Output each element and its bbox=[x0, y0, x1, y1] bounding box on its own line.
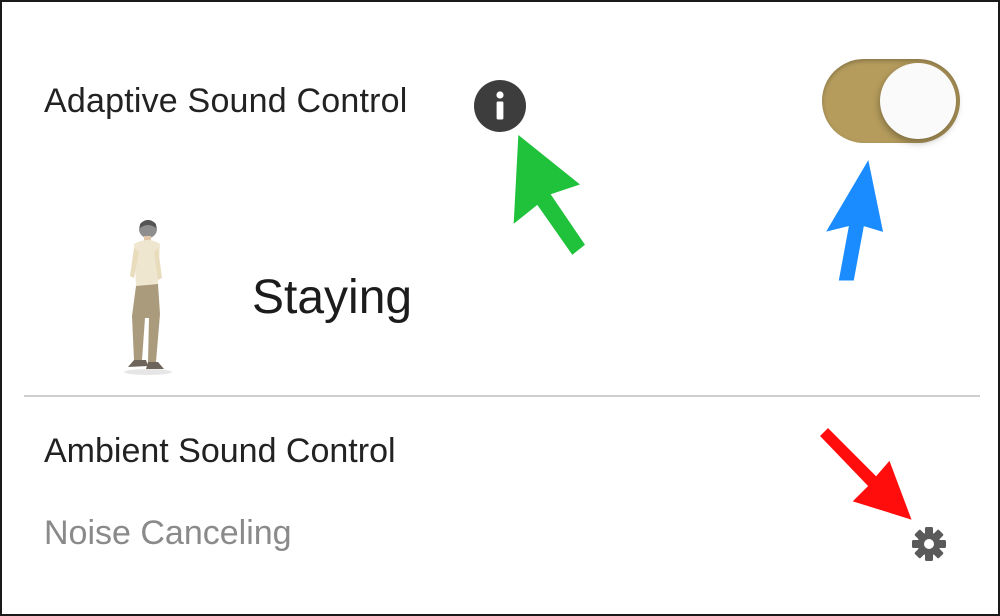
blue-arrow-icon bbox=[819, 152, 887, 284]
red-arrow-icon bbox=[815, 423, 917, 525]
gear-icon[interactable] bbox=[909, 524, 949, 564]
green-arrow-icon bbox=[510, 128, 590, 260]
walking-person-icon bbox=[124, 220, 172, 375]
adaptive-sound-control-title: Adaptive Sound Control bbox=[44, 82, 408, 120]
info-icon[interactable] bbox=[474, 80, 526, 132]
ambient-sound-control-title: Ambient Sound Control bbox=[44, 432, 396, 470]
ambient-mode-value: Noise Canceling bbox=[44, 514, 292, 552]
adaptive-toggle-switch[interactable] bbox=[822, 59, 960, 143]
toggle-knob bbox=[880, 63, 956, 139]
settings-panel: Adaptive Sound Control Staying Ambient S… bbox=[0, 0, 1000, 616]
status-label: Staying bbox=[252, 271, 413, 324]
section-divider bbox=[24, 395, 980, 397]
